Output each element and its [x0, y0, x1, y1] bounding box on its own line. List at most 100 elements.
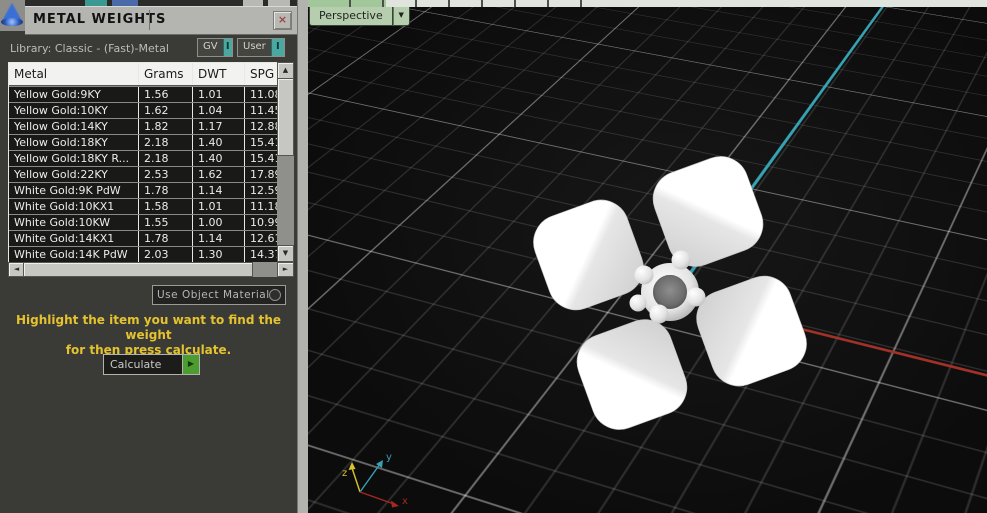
cell-spg: 11.18	[244, 199, 278, 214]
cell-dwt: 1.14	[192, 231, 244, 246]
cell-grams: 1.78	[138, 231, 192, 246]
cell-spg: 11.08	[244, 87, 278, 102]
user-button[interactable]: User I	[237, 38, 285, 57]
cell-grams: 1.55	[138, 215, 192, 230]
cone-tool-icon-base	[1, 18, 23, 26]
prong-ball	[634, 265, 654, 285]
use-object-materials-button[interactable]: Use Object Materials	[152, 285, 286, 305]
axis-gizmo: z y x	[342, 452, 408, 508]
hscroll-thumb[interactable]	[23, 262, 253, 277]
table-vertical-scrollbar[interactable]: ▲ ▼	[277, 62, 294, 262]
prong-ball	[629, 294, 647, 312]
metal-weights-table: Metal Grams DWT SPG Yellow Gold:9KY 1.56 1…	[8, 62, 278, 263]
cell-dwt: 1.40	[192, 135, 244, 150]
table-header: Metal Grams DWT SPG	[9, 63, 278, 86]
cell-metal: White Gold:10KX1	[14, 200, 115, 213]
column-header-grams[interactable]: Grams	[138, 63, 192, 85]
panel-title: METAL WEIGHTS	[33, 12, 167, 27]
cell-grams: 1.56	[138, 87, 192, 102]
table-row[interactable]: Yellow Gold:9KY 1.561.0111.08	[9, 86, 278, 102]
panel-titlebar[interactable]: METAL WEIGHTS ×	[25, 6, 297, 35]
z-axis-label: z	[342, 468, 347, 479]
cell-grams: 1.78	[138, 183, 192, 198]
cell-dwt: 1.62	[192, 167, 244, 182]
table-row[interactable]: White Gold:9K PdW 1.781.1412.59	[9, 182, 278, 198]
cell-grams: 1.82	[138, 119, 192, 134]
cell-dwt: 1.14	[192, 183, 244, 198]
cell-metal: Yellow Gold:10KY	[14, 104, 108, 117]
cell-metal: White Gold:9K PdW	[14, 184, 121, 197]
library-label: Library: Classic - (Fast)-Metal	[10, 42, 169, 55]
cell-dwt: 1.01	[192, 87, 244, 102]
cell-spg: 15.41	[244, 135, 278, 150]
gv-info-toggle[interactable]: I	[222, 39, 232, 56]
flower-model[interactable]	[468, 90, 888, 500]
viewport-title-control[interactable]: Perspective ▼	[309, 7, 410, 26]
table-row[interactable]: Yellow Gold:18KY 2.181.4015.41	[9, 134, 278, 150]
cell-spg: 12.59	[244, 183, 278, 198]
column-header-dwt[interactable]: DWT	[192, 63, 244, 85]
column-header-spg[interactable]: SPG	[244, 63, 278, 85]
vscroll-thumb[interactable]	[277, 78, 294, 156]
metal-table-body: Yellow Gold:9KY1.561.0111.08Yellow Gold:…	[9, 86, 278, 262]
panel-splitter[interactable]	[297, 0, 308, 513]
table-row[interactable]: White Gold:14KX1 1.781.1412.61	[9, 230, 278, 246]
cell-grams: 2.03	[138, 247, 192, 262]
library-row: Library: Classic - (Fast)-Metal GV I Use…	[0, 36, 297, 58]
use-object-materials-label: Use Object Materials	[157, 289, 269, 301]
cell-spg: 12.88	[244, 119, 278, 134]
table-row[interactable]: White Gold:14K PdW 2.031.3014.37	[9, 246, 278, 262]
perspective-viewport[interactable]: z y x Perspective ▼	[308, 0, 987, 513]
calculate-button[interactable]: Calculate ▶	[103, 354, 200, 375]
scroll-down-icon[interactable]: ▼	[277, 245, 294, 262]
cell-metal: White Gold:10KW	[14, 216, 111, 229]
prong-ball	[649, 304, 669, 324]
cell-grams: 1.58	[138, 199, 192, 214]
cell-spg: 12.61	[244, 231, 278, 246]
radio-circle-icon[interactable]	[269, 289, 281, 301]
cell-metal: Yellow Gold:14KY	[14, 120, 108, 133]
y-axis-label: y	[386, 452, 392, 463]
scroll-right-icon[interactable]: ►	[277, 262, 294, 277]
table-row[interactable]: Yellow Gold:14KY 1.821.1712.88	[9, 118, 278, 134]
play-icon[interactable]: ▶	[182, 355, 199, 374]
cell-spg: 10.99	[244, 215, 278, 230]
cell-spg: 11.45	[244, 103, 278, 118]
table-row[interactable]: White Gold:10KW 1.551.0010.99	[9, 214, 278, 230]
table-row[interactable]: Yellow Gold:18KY R... 2.181.4015.41	[9, 150, 278, 166]
cell-dwt: 1.01	[192, 199, 244, 214]
column-header-metal[interactable]: Metal	[9, 63, 138, 85]
close-icon[interactable]: ×	[273, 11, 292, 30]
cell-metal: White Gold:14KX1	[14, 232, 115, 245]
table-horizontal-scrollbar[interactable]: ◄ ►	[8, 262, 294, 277]
cell-dwt: 1.00	[192, 215, 244, 230]
bezel-hole	[653, 275, 687, 309]
chevron-down-icon[interactable]: ▼	[392, 7, 410, 26]
metal-weights-panel: METAL WEIGHTS × Library: Classic - (Fast…	[0, 0, 297, 513]
cell-dwt: 1.40	[192, 151, 244, 166]
user-info-toggle[interactable]: I	[270, 39, 284, 56]
titlebar-divider	[149, 10, 150, 30]
cell-dwt: 1.17	[192, 119, 244, 134]
cell-spg: 15.41	[244, 151, 278, 166]
prong-ball	[686, 287, 706, 307]
cell-spg: 17.89	[244, 167, 278, 182]
scroll-up-icon[interactable]: ▲	[277, 62, 294, 79]
table-row[interactable]: Yellow Gold:10KY 1.621.0411.45	[9, 102, 278, 118]
cell-metal: White Gold:14K PdW	[14, 248, 128, 261]
cell-metal: Yellow Gold:22KY	[14, 168, 108, 181]
table-row[interactable]: Yellow Gold:22KY 2.531.6217.89	[9, 166, 278, 182]
x-axis-label: x	[402, 496, 408, 507]
viewport-title[interactable]: Perspective	[309, 7, 393, 26]
cell-dwt: 1.30	[192, 247, 244, 262]
prong-ball	[671, 250, 691, 270]
gv-button[interactable]: GV I	[197, 38, 233, 57]
app-window: METAL WEIGHTS × Library: Classic - (Fast…	[0, 0, 987, 513]
instruction-text: Highlight the item you want to find the …	[15, 313, 282, 357]
table-row[interactable]: White Gold:10KX1 1.581.0111.18	[9, 198, 278, 214]
cell-spg: 14.37	[244, 247, 278, 262]
cell-dwt: 1.04	[192, 103, 244, 118]
cell-grams: 2.53	[138, 167, 192, 182]
cell-metal: Yellow Gold:18KY R...	[14, 152, 130, 165]
panel-tool-icon[interactable]	[0, 0, 25, 31]
